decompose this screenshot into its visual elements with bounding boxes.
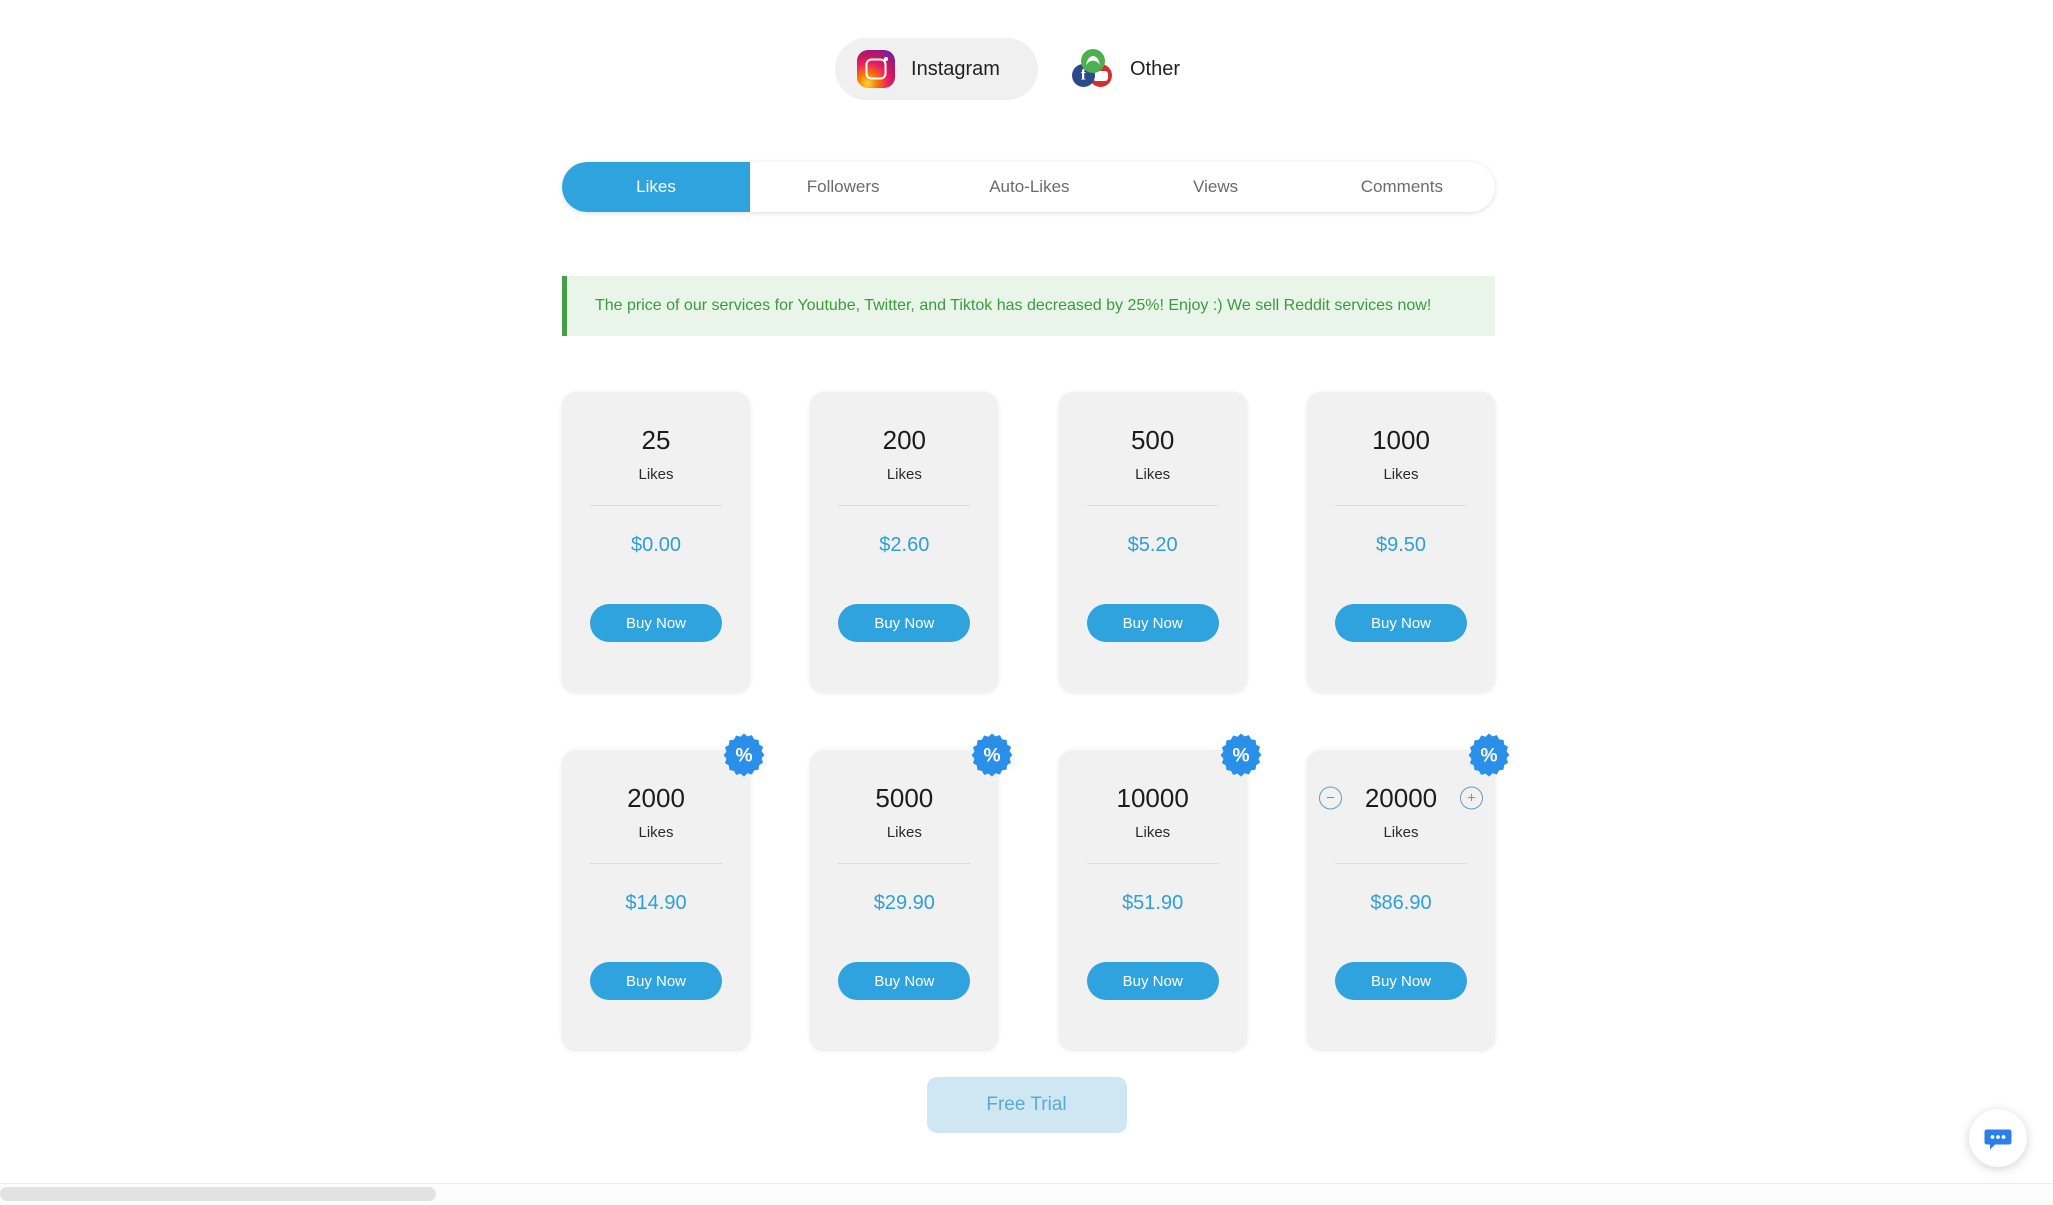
package-quantity: 2000: [627, 783, 685, 813]
spotify-icon: [1080, 49, 1105, 73]
package-quantity: 200: [882, 425, 927, 455]
package-quantity-row: 1000: [1307, 424, 1495, 456]
buy-now-button[interactable]: Buy Now: [590, 962, 722, 1000]
package-card-500[interactable]: 500 Likes $5.20 Buy Now: [1058, 392, 1247, 692]
service-tabs: Likes Followers Auto-Likes Views Comment…: [562, 162, 1495, 212]
card-divider: [838, 863, 971, 864]
buy-now-button[interactable]: Buy Now: [1334, 604, 1467, 642]
package-card-10000[interactable]: % 10000 Likes $51.90 Buy Now: [1058, 733, 1262, 1050]
package-quantity-row: 2000: [562, 782, 750, 814]
package-card-2000[interactable]: % 2000 Likes $14.90 Buy Now: [562, 733, 765, 1050]
package-price: $51.90: [1122, 892, 1184, 914]
platform-button-instagram[interactable]: Instagram: [835, 38, 1038, 100]
package-card-1000[interactable]: 1000 Likes $9.50 Buy Now: [1306, 392, 1495, 692]
package-price: $14.90: [625, 892, 687, 914]
platform-label-instagram: Instagram: [911, 57, 1000, 80]
tab-views[interactable]: Views: [1123, 162, 1309, 212]
instagram-icon: [857, 50, 896, 88]
package-unit: Likes: [886, 824, 922, 841]
card-divider: [590, 505, 722, 506]
package-row-2: % 2000 Likes $14.90 Buy Now % 5000 Likes: [562, 733, 1510, 1050]
announcement-banner: The price of our services for Youtube, T…: [562, 276, 1495, 336]
buy-now-button[interactable]: Buy Now: [590, 604, 722, 642]
package-row-1: 25 Likes $0.00 Buy Now 200 Likes $2.60 B…: [562, 392, 1495, 692]
package-quantity: 5000: [875, 783, 934, 813]
buy-now-button[interactable]: Buy Now: [1086, 962, 1219, 1000]
package-quantity: 1000: [1372, 425, 1430, 455]
card-divider: [1334, 505, 1467, 506]
buy-now-button[interactable]: Buy Now: [1334, 962, 1467, 1000]
package-quantity-row: 5000: [810, 782, 998, 814]
platform-label-other: Other: [1129, 57, 1180, 80]
package-card-200[interactable]: 200 Likes $2.60 Buy Now: [810, 392, 999, 692]
package-quantity-row: 200: [810, 424, 998, 456]
package-price: $0.00: [630, 534, 682, 556]
package-quantity-row: 25: [562, 424, 750, 456]
package-unit: Likes: [1383, 466, 1419, 483]
package-card-20000[interactable]: % − 20000 + Likes $86.90 Buy Now: [1306, 733, 1510, 1050]
package-price: $5.20: [1127, 534, 1178, 556]
package-unit: Likes: [1135, 466, 1171, 483]
buy-now-button[interactable]: Buy Now: [838, 962, 971, 1000]
announcement-text: The price of our services for Youtube, T…: [595, 297, 1432, 314]
free-trial-button[interactable]: Free Trial: [926, 1077, 1127, 1133]
card-divider: [1334, 863, 1467, 864]
package-quantity: 25: [641, 425, 671, 455]
package-price: $2.60: [879, 534, 930, 556]
chat-bubble-icon: [1984, 1129, 2012, 1150]
discount-badge-icon: %: [721, 732, 767, 778]
package-unit: Likes: [638, 466, 674, 483]
package-quantity-row: 10000: [1059, 782, 1247, 814]
package-price: $9.50: [1375, 534, 1427, 556]
package-unit: Likes: [638, 824, 674, 841]
package-quantity-row: − 20000 +: [1307, 782, 1495, 814]
discount-badge-icon: %: [1466, 732, 1512, 778]
horizontal-scrollbar[interactable]: [0, 1183, 2053, 1205]
scrollbar-thumb[interactable]: [0, 1187, 436, 1201]
other-platforms-icon: [1071, 49, 1114, 89]
card-divider: [838, 505, 971, 506]
platform-button-other[interactable]: Other: [1049, 38, 1218, 100]
package-price: $29.90: [873, 892, 935, 914]
package-card-5000[interactable]: % 5000 Likes $29.90 Buy Now: [810, 733, 1013, 1050]
svg-text:%: %: [1480, 746, 1497, 767]
buy-now-button[interactable]: Buy Now: [838, 604, 971, 642]
package-quantity-row: 500: [1059, 424, 1247, 456]
chat-widget-button[interactable]: [1969, 1109, 2027, 1167]
quantity-increase-button[interactable]: +: [1459, 786, 1483, 810]
svg-text:%: %: [1232, 746, 1249, 767]
quantity-decrease-button[interactable]: −: [1318, 786, 1342, 810]
svg-text:%: %: [735, 746, 752, 767]
package-quantity: 20000: [1364, 783, 1438, 813]
svg-text:%: %: [984, 746, 1001, 767]
buy-now-button[interactable]: Buy Now: [1086, 604, 1219, 642]
tab-likes[interactable]: Likes: [562, 162, 750, 212]
package-quantity: 500: [1130, 425, 1175, 455]
discount-badge-icon: %: [1218, 732, 1264, 778]
page-root: Instagram Other Likes Followers Auto-Lik…: [0, 0, 2053, 1205]
tab-auto-likes[interactable]: Auto-Likes: [936, 162, 1122, 212]
package-quantity: 10000: [1116, 783, 1189, 813]
discount-badge-icon: %: [969, 732, 1015, 778]
platform-selector: Instagram Other: [0, 38, 2053, 100]
package-unit: Likes: [1383, 824, 1419, 841]
card-divider: [590, 863, 722, 864]
package-card-25[interactable]: 25 Likes $0.00 Buy Now: [562, 392, 750, 692]
card-divider: [1086, 505, 1219, 506]
package-price: $86.90: [1370, 892, 1432, 914]
package-unit: Likes: [1135, 824, 1171, 841]
package-grid: 25 Likes $0.00 Buy Now 200 Likes $2.60 B…: [562, 392, 1510, 1050]
package-unit: Likes: [886, 466, 922, 483]
tab-followers[interactable]: Followers: [750, 162, 936, 212]
tab-comments[interactable]: Comments: [1309, 162, 1495, 212]
card-divider: [1086, 863, 1219, 864]
